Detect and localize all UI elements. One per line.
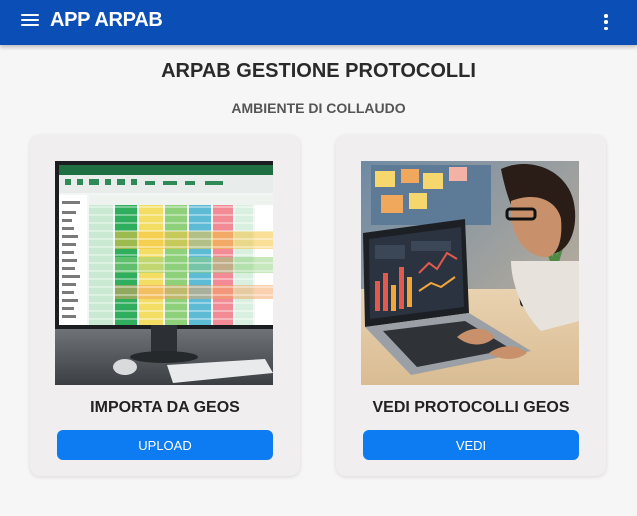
spreadsheet-monitor-image [55,161,273,385]
app-bar: APP ARPAB [0,0,637,45]
page-subtitle: AMBIENTE DI COLLAUDO [231,100,406,116]
card-title: VEDI PROTOCOLLI GEOS [372,399,570,416]
app-title: APP ARPAB [50,9,163,31]
hamburger-menu-icon[interactable] [21,12,39,28]
laptop-dashboard-image [361,161,579,385]
import-card: IMPORTA DA GEOS UPLOAD [30,135,300,476]
view-protocols-card: VEDI PROTOCOLLI GEOS VEDI [336,135,606,476]
more-vertical-icon[interactable] [603,14,609,30]
page-title: ARPAB GESTIONE PROTOCOLLI [161,60,476,82]
card-title: IMPORTA DA GEOS [90,399,240,416]
view-button[interactable]: VEDI [363,430,579,460]
upload-button[interactable]: UPLOAD [57,430,273,460]
